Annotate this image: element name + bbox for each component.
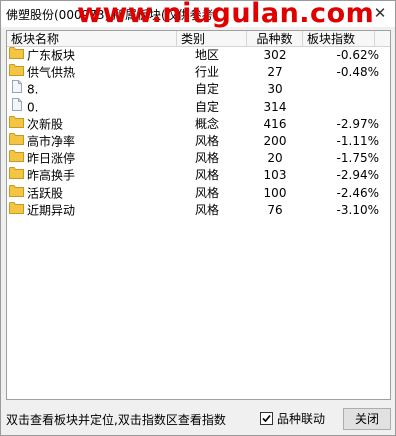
- folder-icon: [9, 201, 24, 219]
- sector-index: -2.46%: [336, 185, 379, 200]
- sector-type: 风格: [195, 168, 220, 183]
- table-row[interactable]: 8. 自定 30: [7, 80, 390, 98]
- column-header-count[interactable]: 品种数: [247, 31, 303, 47]
- sector-type: 风格: [195, 185, 220, 200]
- sector-index: -1.75%: [336, 151, 379, 166]
- sector-name: 8.: [27, 82, 39, 97]
- table-row[interactable]: 活跃股 风格 100 -2.46%: [7, 184, 390, 202]
- sector-name-cell: 次新股: [9, 115, 185, 133]
- sector-name-cell: 0.: [9, 97, 185, 116]
- sector-name: 高市净率: [27, 134, 76, 149]
- sector-type: 地区: [195, 48, 220, 62]
- folder-icon: [9, 46, 24, 64]
- folder-icon: [9, 115, 24, 133]
- footer-hint: 双击查看板块并定位,双击指数区查看指数: [6, 413, 226, 427]
- sector-index: [303, 81, 381, 98]
- sector-name: 次新股: [27, 117, 64, 132]
- document-icon: [9, 80, 24, 98]
- sector-count: 20: [267, 151, 283, 166]
- table-row[interactable]: 广东板块 地区 302 -0.62%: [7, 47, 390, 64]
- sector-list[interactable]: 板块名称 类别 品种数 板块指数 广东板块 地区 302 -0.62% 供气供热 行业 27…: [6, 30, 391, 400]
- sector-name: 0.: [27, 100, 39, 115]
- watermark: www.niugulan.com: [77, 0, 375, 29]
- list-header: 板块名称 类别 品种数 板块指数: [7, 31, 390, 47]
- sector-name-cell: 活跃股: [9, 184, 185, 202]
- sector-index: -1.11%: [336, 133, 379, 148]
- sector-count: 76: [267, 202, 283, 217]
- sector-count: 30: [267, 82, 283, 97]
- sector-name: 昨高换手: [27, 168, 76, 183]
- sector-name-cell: 8.: [9, 80, 185, 98]
- sector-type: 风格: [195, 202, 220, 217]
- sector-count: 103: [263, 168, 287, 183]
- table-row[interactable]: 0. 自定 314: [7, 97, 390, 116]
- folder-icon: [9, 63, 24, 81]
- sector-name-cell: 供气供热: [9, 64, 185, 81]
- folder-icon: [9, 184, 24, 202]
- sector-index: [303, 99, 381, 116]
- sector-name: 昨日涨停: [27, 151, 76, 166]
- sector-name-cell: 高市净率: [9, 132, 185, 150]
- sector-index: -0.48%: [336, 65, 379, 80]
- dialog-window: 佛塑股份(000973) 所属板块(仅供参考) www.niugulan.com…: [0, 0, 396, 436]
- table-row[interactable]: 昨高换手 风格 103 -2.94%: [7, 167, 390, 184]
- linkage-label: 品种联动: [277, 411, 326, 426]
- table-row[interactable]: 供气供热 行业 27 -0.48%: [7, 64, 390, 81]
- sector-type: 自定: [195, 99, 220, 114]
- folder-icon: [9, 166, 24, 184]
- sector-type: 行业: [195, 65, 220, 80]
- column-header-name[interactable]: 板块名称: [7, 31, 177, 47]
- sector-name-cell: 广东板块: [9, 47, 185, 64]
- column-header-type[interactable]: 类别: [177, 31, 247, 47]
- sector-name-cell: 昨日涨停: [9, 150, 185, 167]
- linkage-checkbox[interactable]: [260, 411, 273, 425]
- list-body: 广东板块 地区 302 -0.62% 供气供热 行业 27 -0.48% 8. 自定 30 0. 自定 3…: [7, 47, 390, 219]
- sector-type: 自定: [195, 82, 220, 97]
- sector-index: -3.10%: [336, 202, 379, 217]
- sector-name-cell: 昨高换手: [9, 167, 185, 184]
- title-bar[interactable]: 佛塑股份(000973) 所属板块(仅供参考) www.niugulan.com…: [1, 0, 395, 29]
- sector-type: 风格: [195, 133, 220, 148]
- sector-name: 活跃股: [27, 186, 64, 200]
- sector-name: 广东板块: [27, 48, 76, 63]
- checkmark-icon: [262, 414, 271, 422]
- linkage-toggle[interactable]: 品种联动: [260, 410, 325, 426]
- sector-name-cell: 近期异动: [9, 201, 185, 219]
- folder-icon: [9, 149, 24, 167]
- sector-count: 200: [263, 133, 287, 148]
- sector-count: 302: [263, 48, 287, 62]
- sector-name: 近期异动: [27, 203, 76, 218]
- sector-index: -2.94%: [336, 168, 379, 183]
- sector-count: 314: [263, 99, 287, 114]
- sector-index: -0.62%: [336, 48, 379, 62]
- folder-icon: [9, 132, 24, 150]
- sector-count: 100: [263, 185, 287, 200]
- sector-count: 27: [267, 65, 283, 80]
- table-row[interactable]: 近期异动 风格 76 -3.10%: [7, 201, 390, 219]
- sector-count: 416: [263, 116, 287, 131]
- sector-type: 风格: [195, 151, 220, 166]
- close-icon[interactable]: ✕: [371, 4, 389, 22]
- document-icon: [9, 97, 24, 116]
- column-header-index[interactable]: 板块指数: [303, 31, 375, 47]
- sector-name: 供气供热: [27, 65, 76, 80]
- sector-index: -2.97%: [336, 116, 379, 131]
- table-row[interactable]: 高市净率 风格 200 -1.11%: [7, 132, 390, 150]
- table-row[interactable]: 昨日涨停 风格 20 -1.75%: [7, 150, 390, 167]
- table-row[interactable]: 次新股 概念 416 -2.97%: [7, 115, 390, 133]
- sector-type: 概念: [195, 116, 220, 131]
- close-button[interactable]: 关闭: [343, 408, 391, 430]
